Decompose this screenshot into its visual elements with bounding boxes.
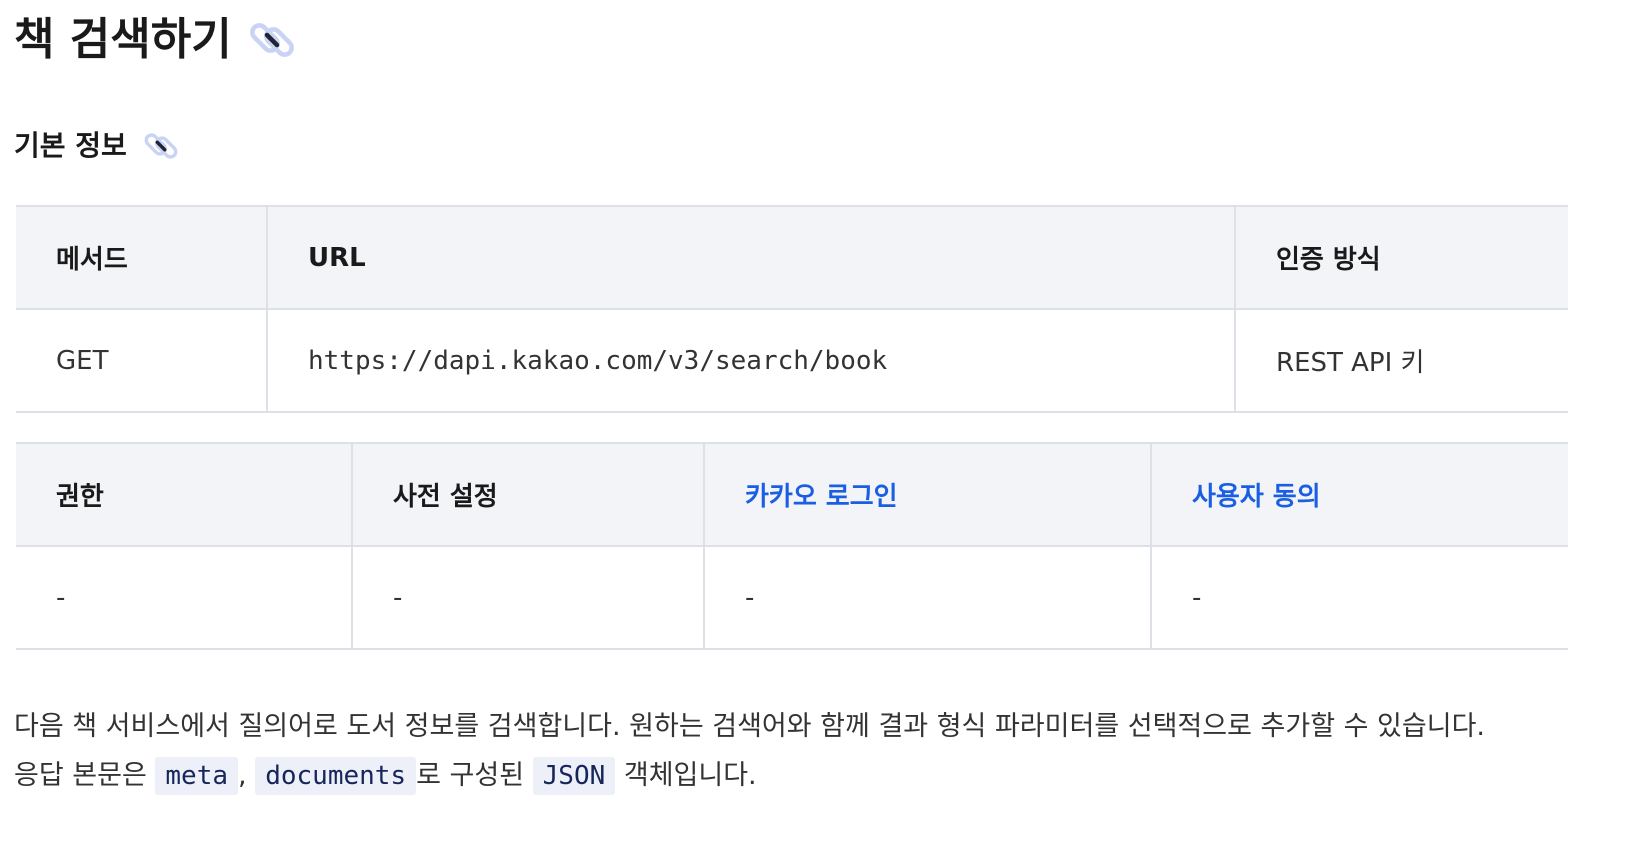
cell-kakao-login: - xyxy=(703,545,1151,650)
cell-user-consent: - xyxy=(1150,545,1568,650)
header-auth: 인증 방식 xyxy=(1234,205,1568,310)
page-title: 책 검색하기 xyxy=(14,12,296,68)
header-url: URL xyxy=(266,205,1235,310)
code-documents: documents xyxy=(255,757,417,795)
header-user-consent-link[interactable]: 사용자 동의 xyxy=(1150,442,1568,547)
cell-prerequisite: - xyxy=(351,545,704,650)
code-json: JSON xyxy=(532,757,616,795)
section-heading-text: 기본 정보 xyxy=(14,129,127,162)
header-prerequisite: 사전 설정 xyxy=(351,442,704,547)
table-header-row: 메서드 URL 인증 방식 xyxy=(16,205,1568,310)
title-anchor-link[interactable] xyxy=(248,16,296,64)
link-icon xyxy=(144,133,178,159)
description-separator: , xyxy=(238,760,247,791)
description-prefix: 응답 본문은 xyxy=(14,760,147,791)
table-row: GET https://dapi.kakao.com/v3/search/boo… xyxy=(16,308,1568,413)
cell-url: https://dapi.kakao.com/v3/search/book xyxy=(266,308,1235,413)
description-paragraph: 다음 책 서비스에서 질의어로 도서 정보를 검색합니다. 원하는 검색어와 함… xyxy=(14,702,1574,801)
header-method: 메서드 xyxy=(16,205,267,310)
table-header-row: 권한 사전 설정 카카오 로그인 사용자 동의 xyxy=(16,442,1568,547)
cell-auth: REST API 키 xyxy=(1234,308,1568,413)
page: 책 검색하기 기본 정보 메서드 URL 인증 방식 GET https://d… xyxy=(0,0,1634,856)
cell-permission: - xyxy=(16,545,352,650)
header-kakao-login-link[interactable]: 카카오 로그인 xyxy=(703,442,1151,547)
permission-table: 권한 사전 설정 카카오 로그인 사용자 동의 - - - - xyxy=(16,442,1568,650)
page-title-text: 책 검색하기 xyxy=(14,14,232,65)
section-anchor-link[interactable] xyxy=(143,128,179,164)
basic-info-table: 메서드 URL 인증 방식 GET https://dapi.kakao.com… xyxy=(16,205,1568,413)
code-meta: meta xyxy=(155,757,239,795)
cell-method: GET xyxy=(16,308,267,413)
section-heading-basic-info: 기본 정보 xyxy=(14,126,179,166)
table-row: - - - - xyxy=(16,545,1568,650)
description-line-1: 다음 책 서비스에서 질의어로 도서 정보를 검색합니다. 원하는 검색어와 함… xyxy=(14,711,1486,742)
header-permission: 권한 xyxy=(16,442,352,547)
link-icon xyxy=(249,23,294,57)
description-suffix: 객체입니다. xyxy=(623,760,757,791)
description-middle: 로 구성된 xyxy=(416,760,525,791)
